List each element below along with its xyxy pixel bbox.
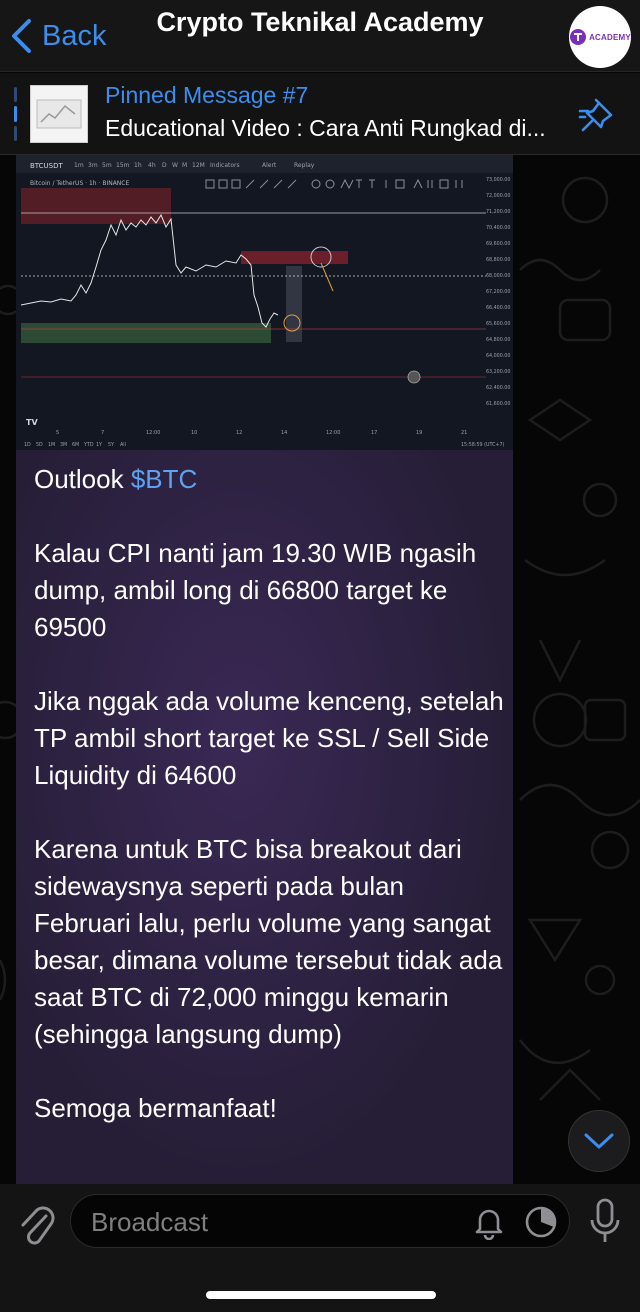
chart-range-button: 3M	[60, 442, 67, 448]
chart-price-label: 66,400.00	[486, 305, 510, 311]
chart-time-label: 7	[101, 430, 104, 436]
chart-price-label: 65,600.00	[486, 321, 510, 327]
home-indicator	[206, 1291, 436, 1299]
chart-time-label: 14	[281, 430, 287, 436]
chart-range-button: 5D	[36, 442, 43, 448]
chart-range-button: 6M	[72, 442, 79, 448]
trading-chart-image: BTCUSDT 1m 3m 5m 15m 1h 4h D W M 12M Indicators Ale…	[16, 155, 513, 450]
chart-price-label: 61,600.00	[486, 401, 510, 407]
channel-avatar[interactable]: ACADEMY	[569, 6, 631, 68]
chart-toolbar-item: 1h	[134, 162, 142, 169]
broadcast-placeholder: Broadcast	[91, 1207, 209, 1237]
chart-toolbar-item: 12M	[192, 162, 205, 169]
scroll-down-button[interactable]	[568, 1110, 630, 1172]
outlook-prefix: Outlook	[34, 464, 131, 494]
chart-price-label: 64,800.00	[486, 337, 510, 343]
chart-time-label: 17	[371, 430, 377, 436]
avatar-text: ACADEMY	[589, 32, 631, 42]
chart-price-scale: 73,000.00 72,000.00 71,200.00 70,400.00 69,6…	[486, 177, 510, 407]
chart-range-button: 5Y	[108, 442, 114, 448]
chart-toolbar-item: 3m	[88, 162, 98, 169]
chat-title[interactable]: Crypto Teknikal Academy	[0, 7, 640, 38]
chart-price-label: 68,000.00	[486, 273, 510, 279]
chart-range-button: 1Y	[96, 442, 102, 448]
chart-toolbar-item: 1m	[74, 162, 84, 169]
chart-time-label: 12	[236, 430, 242, 436]
chevron-down-icon	[584, 1133, 614, 1149]
message-paragraph: Kalau CPI nanti jam 19.30 WIB ngasih dum…	[34, 538, 477, 642]
channel-logo: ACADEMY	[569, 28, 631, 46]
chart-price-label: 62,400.00	[486, 385, 510, 391]
tradingview-logo: TV	[26, 418, 38, 427]
chart-toolbar-item: Indicators	[210, 162, 240, 169]
chart-toolbar-item: 4h	[148, 162, 156, 169]
chart-range-buttons: 1D 5D 1M 3M 6M YTD 1Y 5Y All	[24, 442, 126, 448]
message-bubble[interactable]: BTCUSDT 1m 3m 5m 15m 1h 4h D W M 12M Indicators Ale…	[16, 155, 513, 1185]
chart-time-label: 12:00	[326, 430, 340, 436]
chart-time-label: 10	[191, 430, 197, 436]
pinned-title: Pinned Message #7	[105, 82, 309, 108]
pinned-thumbnail	[30, 85, 88, 143]
chart-toolbar-item: W	[172, 162, 178, 169]
chart-clock: 15:58:59 (UTC+7)	[461, 442, 505, 448]
chart-toolbar-item: M	[182, 162, 187, 169]
chart-time-label: 21	[461, 430, 467, 436]
chat-header: Back Crypto Teknikal Academy ACADEMY	[0, 0, 640, 72]
message-paragraph: Karena untuk BTC bisa breakout dari side…	[34, 834, 503, 1049]
mic-icon[interactable]	[588, 1198, 622, 1246]
chart-toolbar-item: 5m	[102, 162, 112, 169]
chart-time-label: 5	[56, 430, 59, 436]
chart-toolbar-item: 15m	[116, 162, 130, 169]
chart-price-label: 72,000.00	[486, 193, 510, 199]
attach-icon[interactable]	[16, 1202, 56, 1246]
chart-range-button: All	[120, 442, 126, 448]
pinned-message-bar[interactable]: Pinned Message #7 Educational Video : Ca…	[0, 73, 640, 155]
pinned-text: Educational Video : Cara Anti Rungkad di…	[105, 115, 546, 141]
pinned-indicator	[14, 87, 17, 141]
chart-time-label: 19	[416, 430, 422, 436]
chart-price-label: 69,600.00	[486, 241, 510, 247]
input-bar: Broadcast	[0, 1184, 640, 1312]
chart-price-label: 71,200.00	[486, 209, 510, 215]
chart-toolbar-item: Alert	[262, 162, 277, 169]
chart-price-label: 68,800.00	[486, 257, 510, 263]
pin-icon[interactable]	[578, 95, 618, 135]
chart-toolbar-item: Replay	[294, 162, 315, 169]
message-image-chart[interactable]: BTCUSDT 1m 3m 5m 15m 1h 4h D W M 12M Indicators Ale…	[16, 155, 513, 450]
chart-range-button: 1M	[48, 442, 55, 448]
timer-icon[interactable]	[523, 1204, 559, 1240]
bell-icon[interactable]	[471, 1204, 507, 1240]
chart-range-button: YTD	[83, 442, 94, 448]
chart-price-label: 63,200.00	[486, 369, 510, 375]
chart-price-label: 64,000.00	[486, 353, 510, 359]
chart-price-label: 67,200.00	[486, 289, 510, 295]
chart-toolbar-item: D	[162, 162, 167, 169]
btc-cashtag-link[interactable]: $BTC	[131, 464, 197, 494]
academy-logo-icon	[570, 29, 587, 45]
message-paragraph: Semoga bermanfaat!	[34, 1093, 277, 1123]
chart-price-label: 73,000.00	[486, 177, 510, 183]
chart-time-label: 12:00	[146, 430, 160, 436]
message-text: Outlook $BTC Kalau CPI nanti jam 19.30 W…	[34, 461, 504, 1164]
message-outlook-line: Outlook $BTC	[34, 461, 504, 498]
broadcast-input[interactable]: Broadcast	[70, 1194, 570, 1248]
chart-price-label: 70,400.00	[486, 225, 510, 231]
message-paragraph: Jika nggak ada volume kenceng, setelah T…	[34, 686, 504, 790]
chart-pair-label: Bitcoin / TetherUS · 1h · BINANCE	[30, 180, 129, 187]
chart-symbol: BTCUSDT	[30, 162, 64, 170]
chart-range-button: 1D	[24, 442, 31, 448]
